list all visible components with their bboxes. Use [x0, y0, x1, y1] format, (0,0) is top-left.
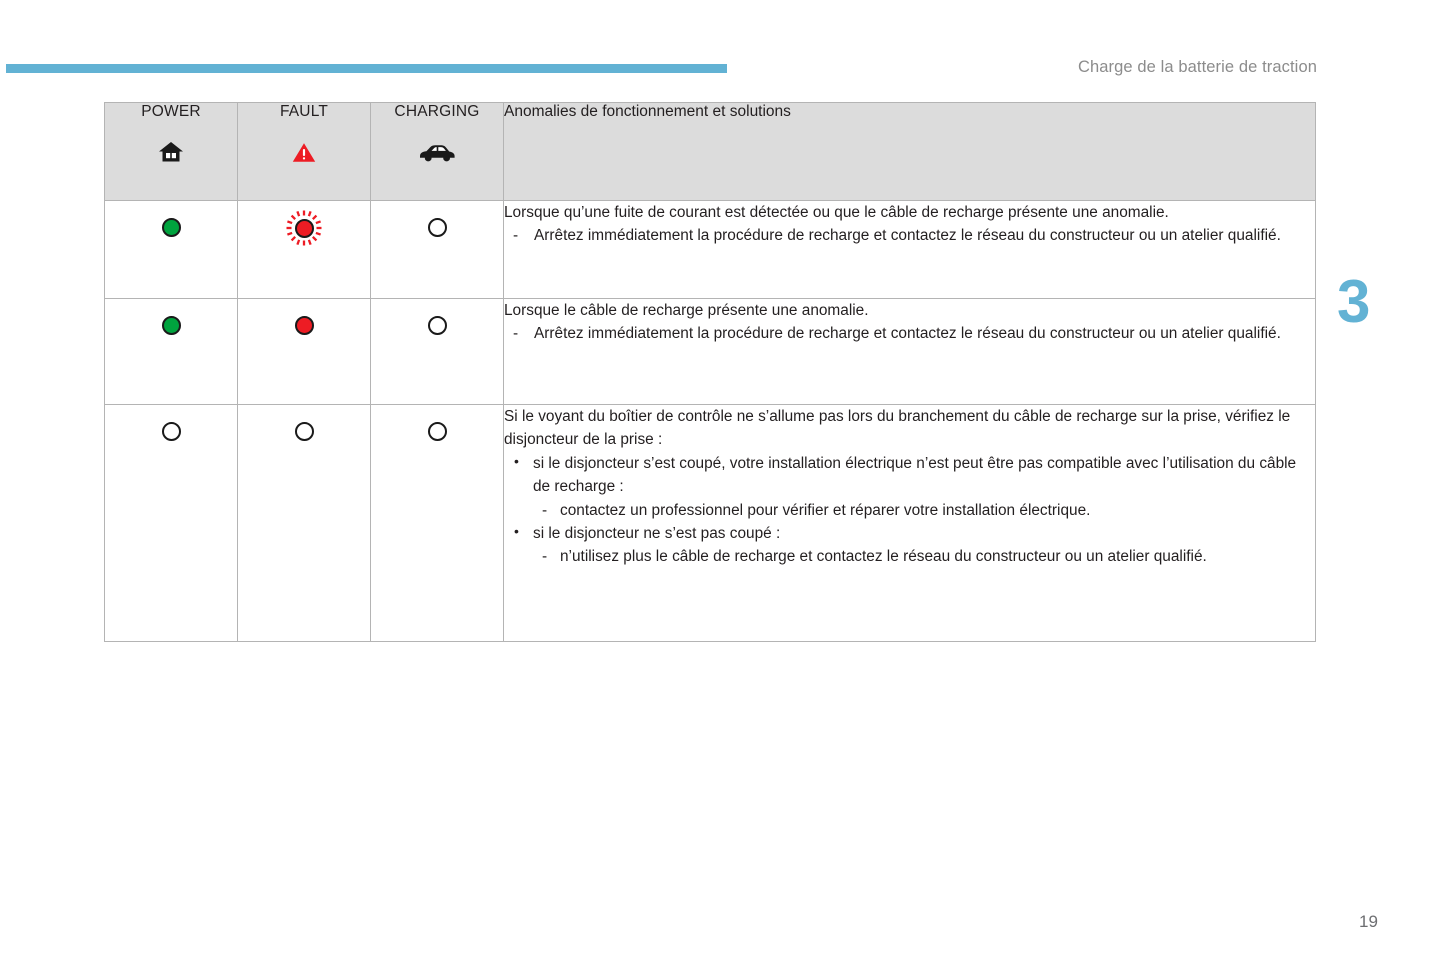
- table-row: Si le voyant du boîtier de contrôle ne s…: [104, 404, 1316, 642]
- cell-charging-status: [370, 298, 504, 405]
- header-accent-bar: [6, 64, 727, 73]
- list-item: n’utilisez plus le câble de recharge et …: [533, 545, 1315, 569]
- warning-triangle-icon: [238, 140, 370, 164]
- lamp-charging-off: [427, 422, 447, 441]
- cell-description: Si le voyant du boîtier de contrôle ne s…: [503, 404, 1316, 642]
- list-item: Arrêtez immédiatement la procédure de re…: [504, 322, 1315, 346]
- description-lead: Lorsque qu’une fuite de courant est déte…: [504, 204, 1169, 221]
- cell-description: Lorsque qu’une fuite de courant est déte…: [503, 200, 1316, 299]
- list-item: Arrêtez immédiatement la procédure de re…: [504, 224, 1315, 248]
- table-row: Lorsque le câble de recharge présente un…: [104, 298, 1316, 405]
- description-dash-list: Arrêtez immédiatement la procédure de re…: [504, 322, 1315, 346]
- column-header-charging-label: CHARGING: [394, 103, 480, 120]
- page-title: Charge de la batterie de traction: [1077, 58, 1317, 76]
- lamp-fault-off: [294, 422, 314, 441]
- lamp-charging-off: [427, 316, 447, 335]
- table-header-row: POWER FAULT CHARGING Anomalies de foncti…: [104, 102, 1316, 201]
- house-icon: [105, 140, 237, 164]
- list-item: contactez un professionnel pour vérifier…: [533, 499, 1315, 523]
- column-header-charging: CHARGING: [370, 102, 504, 201]
- column-header-description: Anomalies de fonctionnement et solutions: [503, 102, 1316, 201]
- description-sub-list: contactez un professionnel pour vérifier…: [533, 499, 1315, 523]
- cell-description: Lorsque le câble de recharge présente un…: [503, 298, 1316, 405]
- description-sub-list: n’utilisez plus le câble de recharge et …: [533, 545, 1315, 569]
- table-body: Lorsque qu’une fuite de courant est déte…: [104, 200, 1316, 642]
- cell-fault-status: [237, 404, 371, 642]
- column-header-power: POWER: [104, 102, 238, 201]
- column-header-power-label: POWER: [141, 103, 201, 120]
- list-item-text: si le disjoncteur ne s’est pas coupé :: [533, 525, 781, 543]
- list-item: si le disjoncteur ne s’est pas coupé : n…: [504, 521, 1315, 569]
- cell-power-status: [104, 404, 238, 642]
- chapter-number: 3: [1337, 268, 1371, 335]
- lamp-fault-red: [294, 316, 314, 335]
- lamp-power-off: [161, 422, 181, 441]
- column-header-fault: FAULT: [237, 102, 371, 201]
- lamp-charging-off: [427, 218, 447, 237]
- list-item-text: si le disjoncteur s’est coupé, votre ins…: [533, 454, 1297, 496]
- cell-fault-status: [237, 200, 371, 299]
- cell-power-status: [104, 200, 238, 299]
- status-table-container: POWER FAULT CHARGING Anomalies de foncti…: [104, 102, 1316, 642]
- page-number: 19: [1359, 912, 1378, 931]
- lamp-power-green: [161, 218, 181, 237]
- cell-charging-status: [370, 404, 504, 642]
- description-lead: Si le voyant du boîtier de contrôle ne s…: [504, 408, 1291, 449]
- cell-power-status: [104, 298, 238, 405]
- table-row: Lorsque qu’une fuite de courant est déte…: [104, 200, 1316, 299]
- description-bullet-list: si le disjoncteur s’est coupé, votre ins…: [504, 451, 1315, 569]
- table-header: POWER FAULT CHARGING Anomalies de foncti…: [104, 102, 1316, 201]
- list-item: si le disjoncteur s’est coupé, votre ins…: [504, 451, 1315, 523]
- car-icon: [371, 140, 503, 164]
- cell-charging-status: [370, 200, 504, 299]
- cell-fault-status: [237, 298, 371, 405]
- description-dash-list: Arrêtez immédiatement la procédure de re…: [504, 224, 1315, 248]
- lamp-power-green: [161, 316, 181, 335]
- description-lead: Lorsque le câble de recharge présente un…: [504, 302, 869, 319]
- column-header-fault-label: FAULT: [279, 103, 329, 120]
- lamp-fault-red-blinking: [285, 209, 323, 247]
- status-table: POWER FAULT CHARGING Anomalies de foncti…: [104, 102, 1316, 642]
